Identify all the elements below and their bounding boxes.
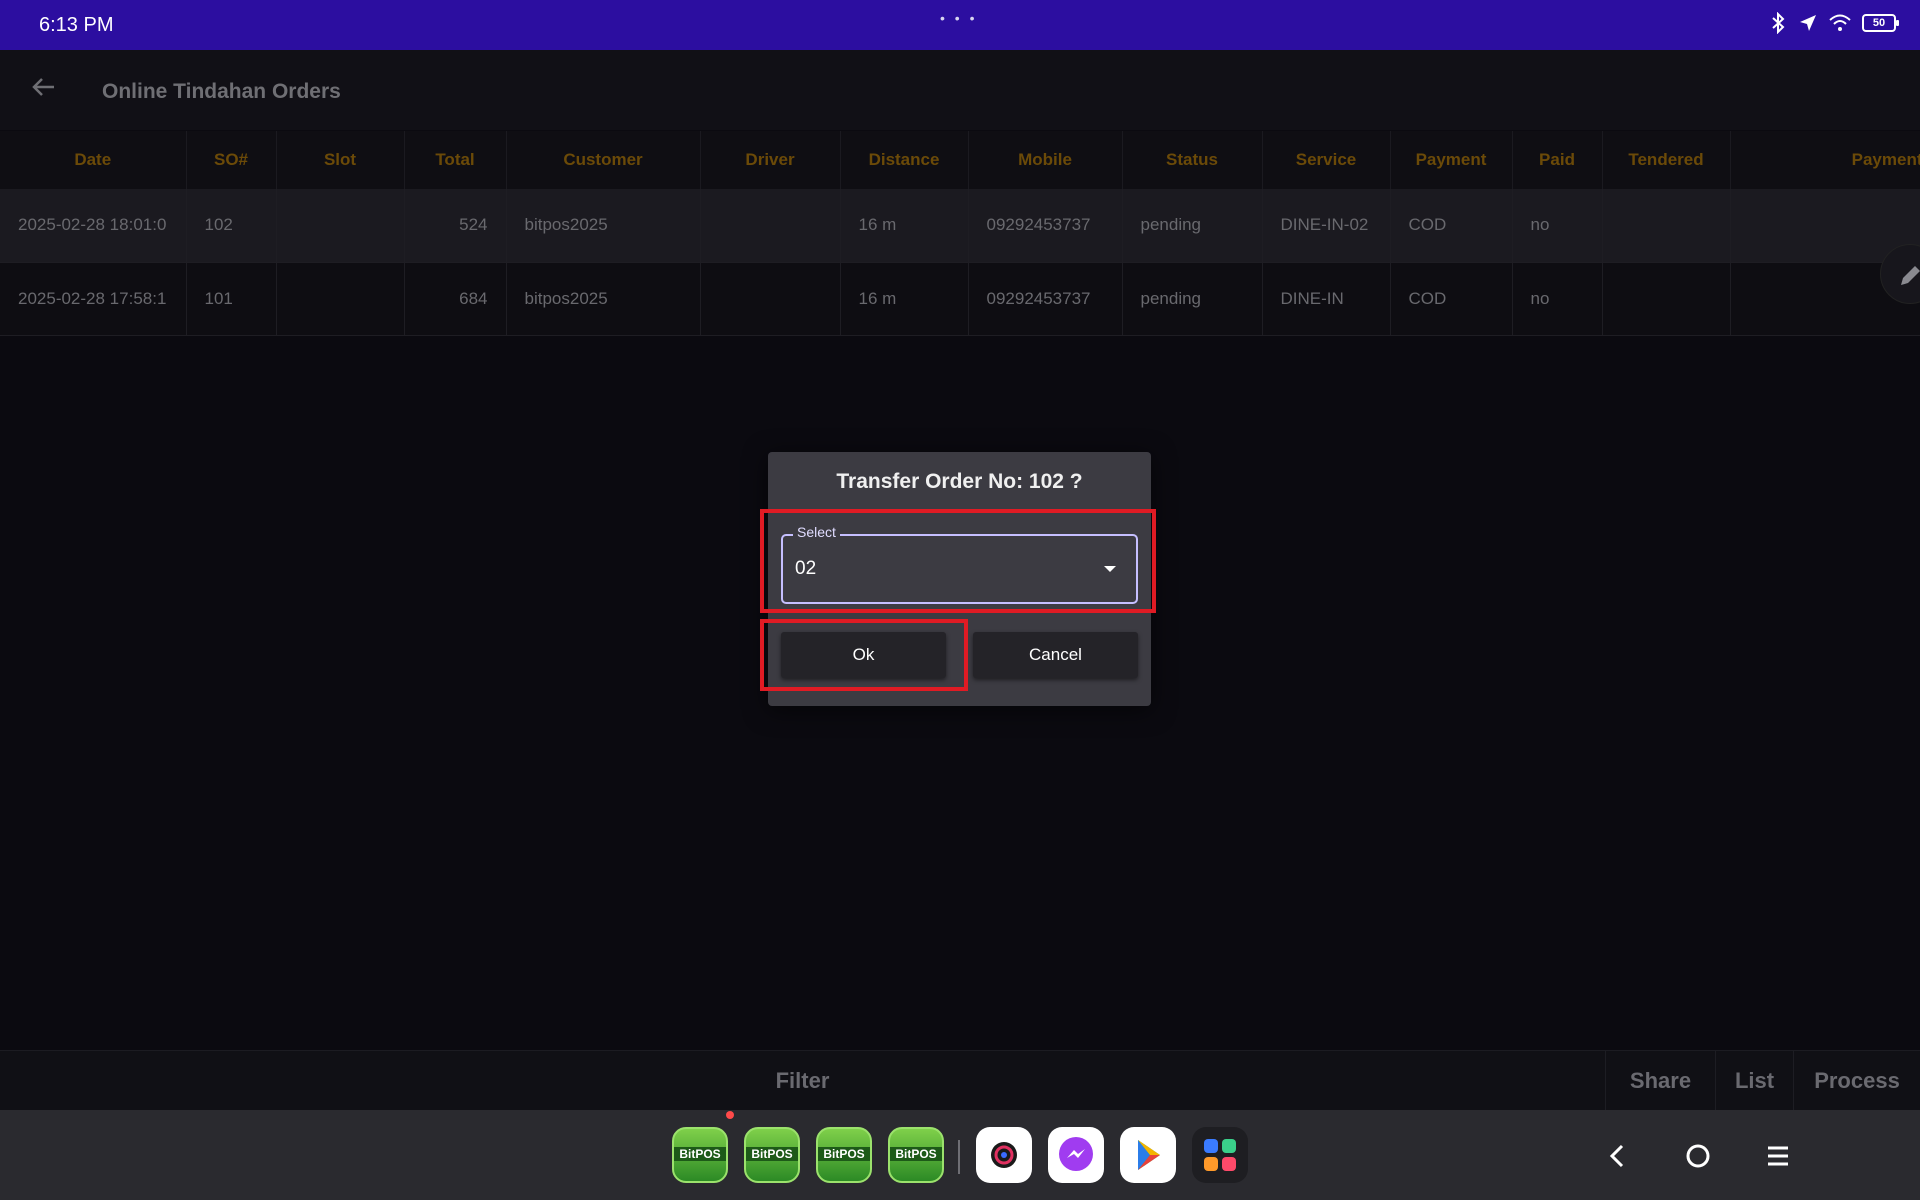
bitpos-app-icon[interactable]: BitPOS xyxy=(672,1127,728,1183)
bottom-action-bar: Filter Share List Process xyxy=(0,1050,1920,1111)
column-header[interactable]: Status xyxy=(1122,131,1263,189)
nav-back-icon[interactable] xyxy=(1598,1136,1638,1176)
table-header-row: Date SO# Slot Total Customer Driver Dist… xyxy=(0,131,1920,189)
status-icons: 50 xyxy=(1768,12,1899,34)
column-header[interactable]: Customer xyxy=(506,131,701,189)
cell-tendered xyxy=(1602,262,1731,336)
cell-customer: bitpos2025 xyxy=(506,262,701,336)
cell-total: 684 xyxy=(404,262,507,336)
app-bar: Online Tindahan Orders xyxy=(0,50,1920,130)
cell-payment: COD xyxy=(1390,189,1513,263)
cell-status: pending xyxy=(1122,262,1263,336)
cell-slot xyxy=(276,262,405,336)
cell-service: DINE-IN xyxy=(1262,262,1391,336)
location-arrow-icon xyxy=(1800,15,1816,31)
column-header[interactable]: Payment xyxy=(1390,131,1513,189)
cell-mobile: 09292453737 xyxy=(968,262,1123,336)
notification-dot xyxy=(726,1111,734,1119)
cell-distance: 16 m xyxy=(840,262,969,336)
orders-table: Date SO# Slot Total Customer Driver Dist… xyxy=(0,131,1920,336)
column-header[interactable]: SO# xyxy=(186,131,277,189)
pencil-icon xyxy=(1901,266,1920,285)
dock-divider xyxy=(958,1140,960,1174)
dialog-title: Transfer Order No: 102 ? xyxy=(836,470,1083,493)
column-header[interactable]: Distance xyxy=(840,131,969,189)
wifi-icon xyxy=(1829,14,1851,31)
cell-payment: COD xyxy=(1390,262,1513,336)
nav-home-icon[interactable] xyxy=(1678,1136,1718,1176)
list-button[interactable]: List xyxy=(1715,1051,1793,1111)
battery-icon: 50 xyxy=(1862,14,1899,32)
bitpos-app-icon[interactable]: BitPOS xyxy=(744,1127,800,1183)
cell-so: 101 xyxy=(186,262,277,336)
app-drawer-icon[interactable] xyxy=(1192,1127,1248,1183)
camera-app-icon[interactable] xyxy=(976,1127,1032,1183)
cell-service: DINE-IN-02 xyxy=(1262,189,1391,263)
cell-tendered xyxy=(1602,189,1731,263)
cell-paid: no xyxy=(1512,262,1603,336)
table-row[interactable]: 2025-02-28 17:58:1 101 684 bitpos2025 16… xyxy=(0,262,1920,336)
column-header[interactable]: Driver xyxy=(700,131,841,189)
cancel-button[interactable]: Cancel xyxy=(973,632,1138,678)
column-header[interactable]: Service xyxy=(1262,131,1391,189)
system-status-bar: 6:13 PM • • • 50 xyxy=(0,0,1920,50)
column-header[interactable]: Tendered xyxy=(1602,131,1731,189)
column-header[interactable]: Paid xyxy=(1512,131,1603,189)
cell-mobile: 09292453737 xyxy=(968,189,1123,263)
cell-slot xyxy=(276,189,405,263)
highlight-select-box xyxy=(760,509,1156,613)
process-button[interactable]: Process xyxy=(1793,1051,1920,1111)
table-row[interactable]: 2025-02-28 18:01:0 102 524 bitpos2025 16… xyxy=(0,189,1920,263)
highlight-ok-button xyxy=(760,619,968,691)
cell-paid: no xyxy=(1512,189,1603,263)
cell-date: 2025-02-28 18:01:0 xyxy=(0,189,187,263)
cell-customer: bitpos2025 xyxy=(506,189,701,263)
cell-status: pending xyxy=(1122,189,1263,263)
more-dots-indicator[interactable]: • • • xyxy=(940,10,977,26)
messenger-app-icon[interactable] xyxy=(1048,1127,1104,1183)
cell-driver xyxy=(700,262,841,336)
column-header[interactable]: Slot xyxy=(276,131,405,189)
page-title: Online Tindahan Orders xyxy=(102,80,341,103)
cell-driver xyxy=(700,189,841,263)
system-dock: BitPOS BitPOS BitPOS BitPOS xyxy=(0,1110,1920,1200)
nav-menu-icon[interactable] xyxy=(1758,1136,1798,1176)
cell-so: 102 xyxy=(186,189,277,263)
clock: 6:13 PM xyxy=(39,14,114,36)
column-header[interactable]: Payment R xyxy=(1730,131,1920,189)
cell-date: 2025-02-28 17:58:1 xyxy=(0,262,187,336)
cell-total: 524 xyxy=(404,189,507,263)
column-header[interactable]: Date xyxy=(0,131,187,189)
column-header[interactable]: Total xyxy=(404,131,507,189)
bitpos-attendance-app-icon[interactable]: BitPOS xyxy=(816,1127,872,1183)
filter-button[interactable]: Filter xyxy=(0,1051,1605,1111)
bluetooth-icon xyxy=(1772,12,1785,34)
share-button[interactable]: Share xyxy=(1605,1051,1715,1111)
back-arrow-icon[interactable] xyxy=(28,72,58,102)
play-store-app-icon[interactable] xyxy=(1120,1127,1176,1183)
column-header[interactable]: Mobile xyxy=(968,131,1123,189)
bitpos-app-icon[interactable]: BitPOS xyxy=(888,1127,944,1183)
cell-distance: 16 m xyxy=(840,189,969,263)
